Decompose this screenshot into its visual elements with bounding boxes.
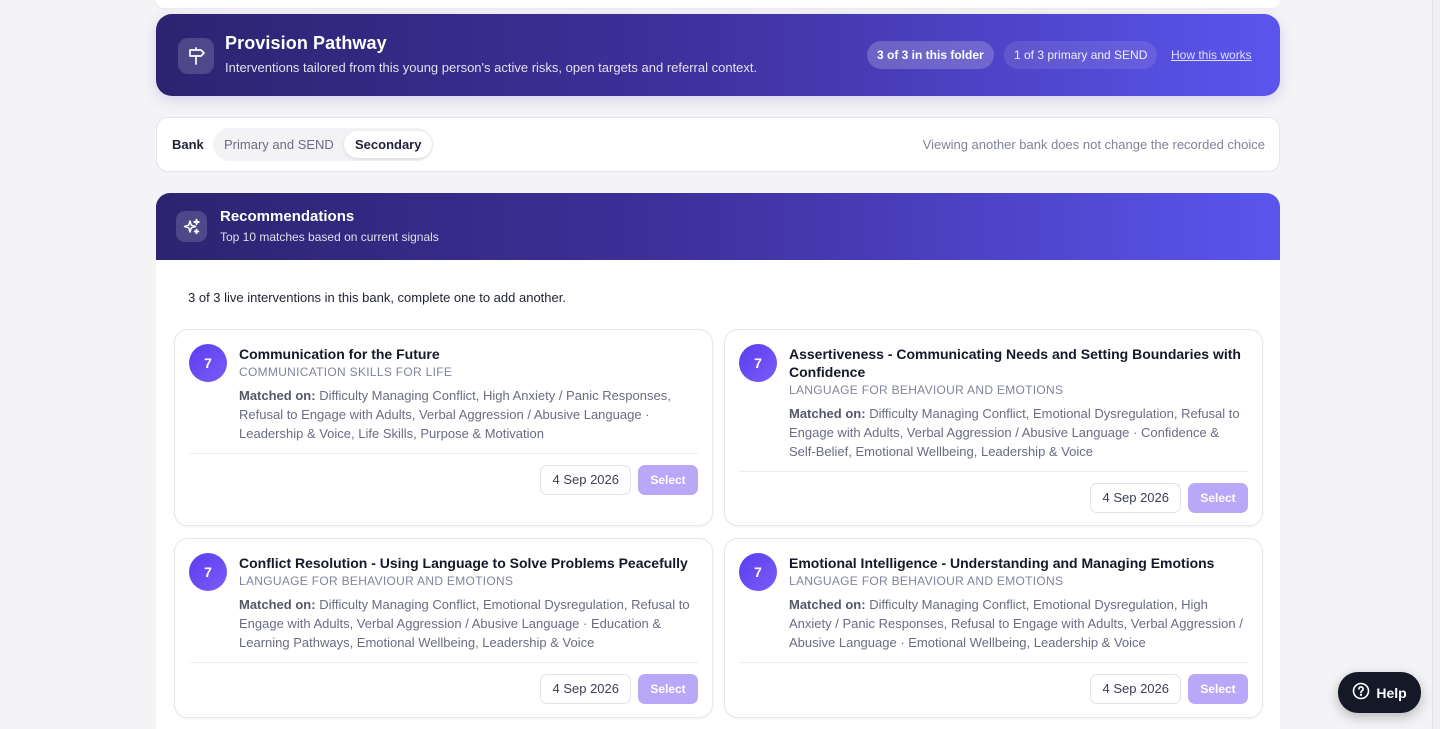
help-button[interactable]: Help xyxy=(1338,672,1421,713)
signpost-icon xyxy=(178,38,214,74)
intervention-card: 7 Conflict Resolution - Using Language t… xyxy=(174,538,713,718)
live-interventions-note: 3 of 3 live interventions in this bank, … xyxy=(188,290,566,305)
match-score-badge: 7 xyxy=(189,553,227,591)
matched-on-text: Matched on: Difficulty Managing Conflict… xyxy=(239,595,697,652)
bank-selector-bar: Bank Primary and SEND Secondary Viewing … xyxy=(156,117,1280,172)
match-score-badge: 7 xyxy=(739,553,777,591)
how-this-works-link[interactable]: How this works xyxy=(1171,48,1252,62)
recommendations-panel: Recommendations Top 10 matches based on … xyxy=(156,193,1280,729)
intervention-category: LANGUAGE FOR BEHAVIOUR AND EMOTIONS xyxy=(789,574,1064,588)
provision-pathway-banner: Provision Pathway Interventions tailored… xyxy=(156,14,1280,96)
intervention-title: Emotional Intelligence - Understanding a… xyxy=(789,555,1215,571)
intervention-card: 7 Emotional Intelligence - Understanding… xyxy=(724,538,1263,718)
matched-on-label: Matched on: xyxy=(239,597,316,612)
date-button[interactable]: 4 Sep 2026 xyxy=(1090,674,1181,704)
folder-count-badge: 3 of 3 in this folder xyxy=(867,41,994,69)
card-divider xyxy=(189,662,698,663)
sparkles-icon xyxy=(176,211,207,242)
intervention-title: Assertiveness - Communicating Needs and … xyxy=(789,346,1241,380)
recommendations-title: Recommendations xyxy=(220,208,355,225)
page-subtitle: Interventions tailored from this young p… xyxy=(225,60,758,75)
select-button[interactable]: Select xyxy=(1188,483,1248,513)
matched-on-text: Matched on: Difficulty Managing Conflict… xyxy=(789,404,1247,461)
bank-option-primary-send[interactable]: Primary and SEND xyxy=(213,131,345,158)
matched-on-label: Matched on: xyxy=(789,597,866,612)
bank-option-secondary[interactable]: Secondary xyxy=(344,131,433,158)
matched-on-text: Matched on: Difficulty Managing Conflict… xyxy=(789,595,1247,652)
question-circle-icon xyxy=(1352,682,1370,703)
intervention-card: 7 Communication for the Future COMMUNICA… xyxy=(174,329,713,526)
select-button[interactable]: Select xyxy=(638,465,698,495)
intervention-card: 7 Assertiveness - Communicating Needs an… xyxy=(724,329,1263,526)
date-button[interactable]: 4 Sep 2026 xyxy=(540,674,631,704)
date-button[interactable]: 4 Sep 2026 xyxy=(540,465,631,495)
select-button[interactable]: Select xyxy=(638,674,698,704)
card-divider xyxy=(739,471,1248,472)
matched-on-label: Matched on: xyxy=(789,406,866,421)
bank-label: Bank xyxy=(172,137,204,152)
primary-count-badge: 1 of 3 primary and SEND xyxy=(1004,41,1158,69)
recommendations-header: Recommendations Top 10 matches based on … xyxy=(156,193,1280,260)
previous-card-edge xyxy=(156,0,1280,8)
select-button[interactable]: Select xyxy=(1188,674,1248,704)
intervention-category: COMMUNICATION SKILLS FOR LIFE xyxy=(239,365,453,379)
help-label: Help xyxy=(1376,684,1407,701)
card-divider xyxy=(739,662,1248,663)
intervention-title: Conflict Resolution - Using Language to … xyxy=(239,555,688,571)
matched-on-text: Matched on: Difficulty Managing Conflict… xyxy=(239,386,697,443)
date-button[interactable]: 4 Sep 2026 xyxy=(1090,483,1181,513)
bank-note: Viewing another bank does not change the… xyxy=(922,137,1265,152)
matched-on-label: Matched on: xyxy=(239,388,316,403)
intervention-category: LANGUAGE FOR BEHAVIOUR AND EMOTIONS xyxy=(239,574,514,588)
card-divider xyxy=(189,453,698,454)
recommendations-subtitle: Top 10 matches based on current signals xyxy=(220,230,439,244)
page-title: Provision Pathway xyxy=(225,33,387,53)
bank-segmented-control: Primary and SEND Secondary xyxy=(213,128,433,161)
match-score-badge: 7 xyxy=(189,344,227,382)
match-score-badge: 7 xyxy=(739,344,777,382)
scrollbar[interactable] xyxy=(1432,0,1440,729)
intervention-category: LANGUAGE FOR BEHAVIOUR AND EMOTIONS xyxy=(789,383,1064,397)
intervention-title: Communication for the Future xyxy=(239,346,440,362)
